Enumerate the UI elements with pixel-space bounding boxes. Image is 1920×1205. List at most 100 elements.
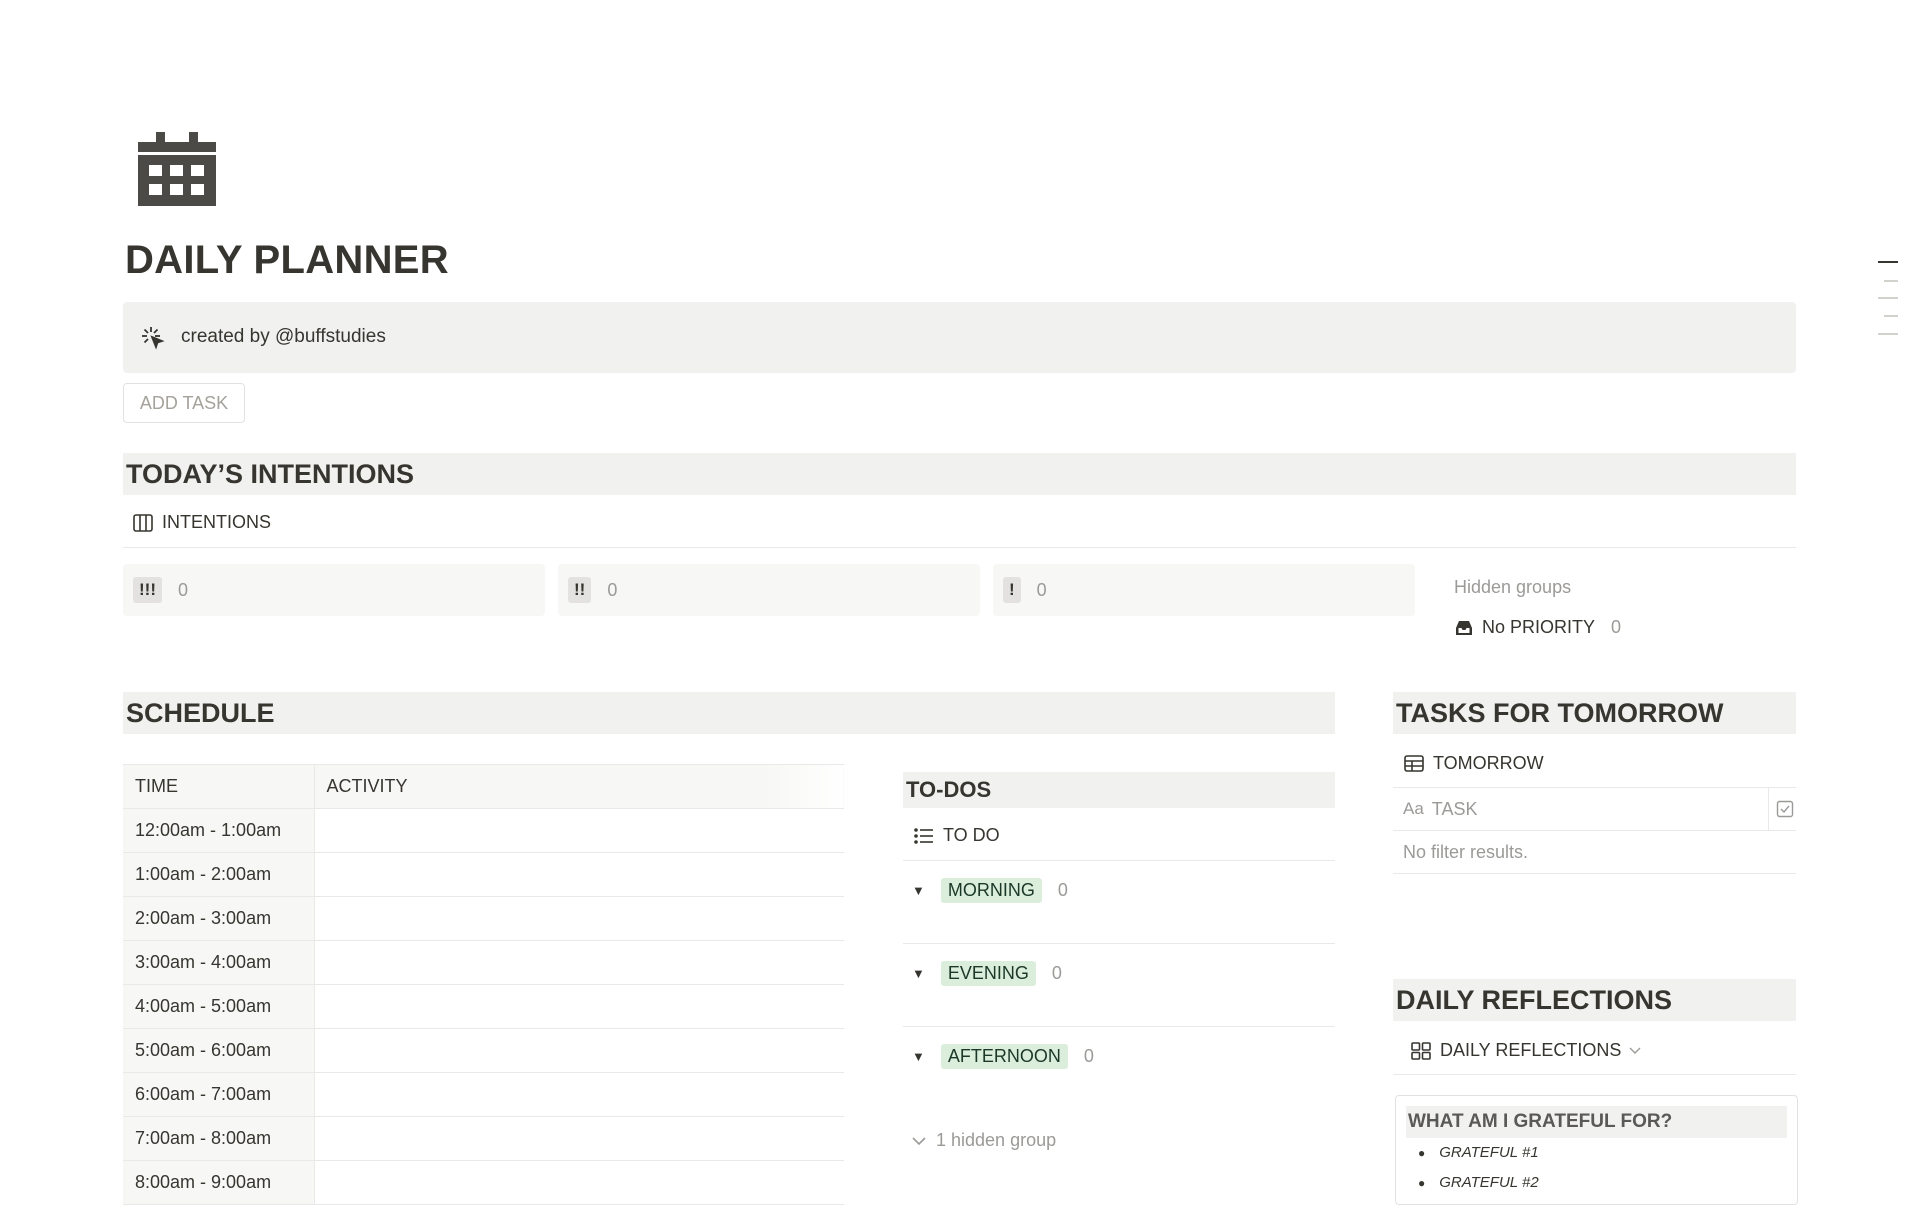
column-header-activity[interactable]: ACTIVITY: [314, 764, 844, 809]
reflections-view-tab[interactable]: DAILY REFLECTIONS: [1411, 1040, 1650, 1061]
column-count: 0: [177, 579, 188, 600]
toc-line: [1878, 297, 1898, 299]
priority-badge: !: [1003, 577, 1021, 603]
time-cell[interactable]: 7:00am - 8:00am: [123, 1116, 315, 1161]
intentions-view-label: INTENTIONS: [162, 512, 272, 532]
column-count: 0: [1036, 579, 1047, 600]
list-icon: [914, 827, 933, 844]
activity-cell[interactable]: [314, 808, 844, 853]
divider: [903, 860, 1335, 861]
table-row: 1:00am - 2:00am: [123, 852, 844, 897]
activity-cell[interactable]: [314, 984, 844, 1029]
group-pill: EVENING: [940, 961, 1036, 986]
calendar-icon[interactable]: [138, 132, 216, 206]
time-cell[interactable]: 2:00am - 3:00am: [123, 896, 315, 941]
activity-cell[interactable]: [314, 1116, 844, 1161]
board-icon: [133, 513, 153, 532]
divider: [1768, 788, 1769, 830]
callout-text: created by @buffstudies: [181, 326, 386, 347]
todo-group-afternoon[interactable]: ▼ AFTERNOON 0: [912, 1044, 1094, 1069]
reflections-view-label: DAILY REFLECTIONS: [1440, 1040, 1622, 1060]
bullet-icon: ●: [1418, 1145, 1426, 1160]
time-cell[interactable]: 4:00am - 5:00am: [123, 984, 315, 1029]
divider: [903, 943, 1335, 944]
reflections-heading: DAILY REFLECTIONS: [1393, 979, 1796, 1021]
activity-cell[interactable]: [314, 1028, 844, 1073]
column-header-time[interactable]: TIME: [123, 764, 315, 809]
chevron-down-icon: [912, 1136, 926, 1145]
table-icon: [1404, 755, 1424, 772]
board-column-high[interactable]: !!! 0: [123, 564, 545, 616]
schedule-table: TIME ACTIVITY 12:00am - 1:00am 1:00am - …: [123, 764, 844, 1205]
text-property-icon: Aa: [1403, 799, 1424, 818]
column-header-task[interactable]: Aa TASK: [1393, 788, 1796, 830]
hidden-group-count: 0: [1611, 617, 1622, 637]
divider: [1393, 1074, 1796, 1075]
divider: [1393, 830, 1796, 831]
list-item: ● GRATEFUL #2: [1418, 1174, 1539, 1191]
sparkle-cursor-icon: [140, 325, 166, 351]
bullet-text: GRATEFUL #1: [1439, 1144, 1539, 1161]
collapse-triangle-icon[interactable]: ▼: [912, 883, 925, 898]
group-pill: MORNING: [940, 878, 1042, 903]
table-row: 12:00am - 1:00am: [123, 808, 844, 853]
priority-badge: !!!: [133, 577, 162, 603]
time-cell[interactable]: 1:00am - 2:00am: [123, 852, 315, 897]
priority-badge: !!: [568, 577, 592, 603]
chevron-down-icon: [1629, 1047, 1641, 1054]
hidden-group-toggle[interactable]: 1 hidden group: [912, 1130, 1056, 1151]
intentions-heading: TODAY’S INTENTIONS: [123, 453, 1796, 495]
todos-view-tab[interactable]: TO DO: [914, 825, 1000, 846]
divider: [1393, 873, 1796, 874]
activity-cell[interactable]: [314, 1160, 844, 1205]
activity-cell[interactable]: [314, 852, 844, 897]
divider: [903, 1026, 1335, 1027]
gallery-icon: [1411, 1041, 1431, 1060]
toc-line: [1878, 333, 1898, 335]
todo-group-evening[interactable]: ▼ EVENING 0: [912, 961, 1062, 986]
todo-group-morning[interactable]: ▼ MORNING 0: [912, 878, 1068, 903]
checkbox-property-icon[interactable]: [1776, 800, 1794, 823]
tomorrow-view-tab[interactable]: TOMORROW: [1404, 753, 1544, 774]
table-row: 2:00am - 3:00am: [123, 896, 844, 941]
todos-view-label: TO DO: [943, 825, 1000, 845]
time-cell[interactable]: 3:00am - 4:00am: [123, 940, 315, 985]
hidden-groups-label: Hidden groups: [1454, 577, 1572, 597]
toc-line: [1884, 315, 1898, 317]
card-title: WHAT AM I GRATEFUL FOR?: [1406, 1106, 1787, 1138]
hidden-group-text: 1 hidden group: [936, 1130, 1057, 1150]
table-row: 5:00am - 6:00am: [123, 1028, 844, 1073]
tomorrow-heading: TASKS FOR TOMORROW: [1393, 692, 1796, 734]
inbox-icon: [1456, 620, 1472, 635]
add-task-button[interactable]: ADD TASK: [123, 383, 245, 423]
divider: [123, 547, 1796, 548]
collapse-triangle-icon[interactable]: ▼: [912, 1049, 925, 1064]
time-cell[interactable]: 6:00am - 7:00am: [123, 1072, 315, 1117]
reflection-card[interactable]: WHAT AM I GRATEFUL FOR? ● GRATEFUL #1 ● …: [1395, 1095, 1798, 1205]
bullet-icon: ●: [1418, 1175, 1426, 1190]
list-item: ● GRATEFUL #1: [1418, 1144, 1539, 1161]
hidden-group-label: No PRIORITY: [1482, 617, 1596, 637]
board-column-medium[interactable]: !! 0: [558, 564, 980, 616]
todos-heading: TO-DOS: [903, 772, 1335, 808]
time-cell[interactable]: 8:00am - 9:00am: [123, 1160, 315, 1205]
hidden-group-no-priority[interactable]: No PRIORITY 0: [1454, 617, 1621, 638]
bullet-text: GRATEFUL #2: [1439, 1174, 1539, 1191]
column-header-label: TASK: [1431, 798, 1478, 819]
time-cell[interactable]: 5:00am - 6:00am: [123, 1028, 315, 1073]
table-row: 8:00am - 9:00am: [123, 1160, 844, 1205]
toc-line: [1884, 280, 1898, 282]
group-pill: AFTERNOON: [940, 1044, 1068, 1069]
activity-cell[interactable]: [314, 896, 844, 941]
board-column-low[interactable]: ! 0: [993, 564, 1415, 616]
table-row: 6:00am - 7:00am: [123, 1072, 844, 1117]
table-row: 4:00am - 5:00am: [123, 984, 844, 1029]
column-count: 0: [607, 579, 618, 600]
activity-cell[interactable]: [314, 1072, 844, 1117]
empty-state-text: No filter results.: [1403, 842, 1529, 862]
time-cell[interactable]: 12:00am - 1:00am: [123, 808, 315, 853]
intentions-view-tab[interactable]: INTENTIONS: [133, 512, 271, 533]
activity-cell[interactable]: [314, 940, 844, 985]
collapse-triangle-icon[interactable]: ▼: [912, 966, 925, 981]
group-count: 0: [1051, 963, 1062, 983]
